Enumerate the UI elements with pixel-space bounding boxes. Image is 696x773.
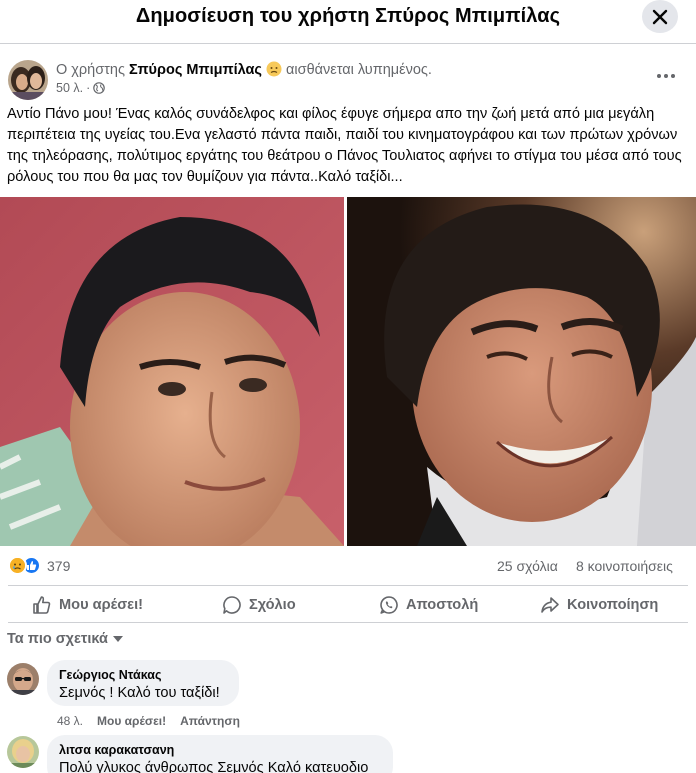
post-text: Αντίο Πάνο μου! Ένας καλός συνάδελφος κα…	[7, 106, 682, 185]
author-line: Ο χρήστης Σπύρος Μπιμπίλας αισθάνεται λυ…	[56, 61, 432, 81]
reaction-count: 379	[47, 557, 71, 574]
comment-icon	[223, 596, 241, 614]
commenter-name[interactable]: λιτσα καρακατσανη	[59, 743, 381, 757]
comment-like-button[interactable]: Μου αρέσει!	[97, 714, 166, 728]
thumbs-up-icon	[33, 596, 51, 614]
modal-title: Δημοσίευση του χρήστη Σπύρος Μπιμπίλας	[135, 5, 561, 27]
like-button[interactable]: Μου αρέσει!	[32, 591, 143, 619]
comment-bubble: Γεώργιος Ντάκας Σεμνός ! Καλό του ταξίδι…	[47, 660, 239, 706]
comment-text: Σεμνός ! Καλό του ταξίδι!	[59, 685, 220, 701]
commenter-name[interactable]: Γεώργιος Ντάκας	[59, 668, 227, 682]
comment-label: Σχόλιο	[249, 597, 296, 613]
comment-bubble: λιτσα καρακατσανη Πολύ γλυκος άνθρωπος Σ…	[47, 735, 393, 773]
sort-label: Τα πιο σχετικά	[7, 631, 108, 647]
commenter-avatar[interactable]	[7, 663, 39, 695]
author-prefix: Ο χρήστης	[56, 62, 125, 78]
comment-meta: 48 λ. Μου αρέσει! Απάντηση	[57, 714, 240, 728]
feeling-text: αισθάνεται λυπημένος.	[286, 62, 432, 78]
share-arrow-icon	[541, 597, 559, 613]
close-icon	[652, 9, 668, 24]
send-label: Αποστολή	[406, 597, 479, 613]
post-photos	[0, 197, 696, 546]
photo-young-portrait[interactable]	[0, 197, 344, 546]
comments-count[interactable]: 25 σχόλια	[497, 558, 558, 574]
sad-face-icon	[266, 61, 282, 81]
post-stats: 379 25 σχόλια 8 κοινοποιήσεις	[0, 553, 696, 579]
share-label: Κοινοποίηση	[567, 597, 659, 613]
more-horizontal-icon	[657, 74, 675, 78]
like-label: Μου αρέσει!	[59, 597, 144, 613]
photo-smiling-portrait[interactable]	[347, 197, 696, 546]
post-header: Ο χρήστης Σπύρος Μπιμπίλας αισθάνεται λυ…	[0, 52, 696, 100]
author-avatar[interactable]	[8, 60, 48, 100]
reactions-summary[interactable]: 379	[8, 556, 70, 575]
post-time[interactable]: 50 λ.	[56, 81, 83, 95]
post-meta: 50 λ. ·	[56, 81, 106, 95]
comment-text: Πολύ γλυκος άνθρωπος Σεμνός Καλό κατευοδ…	[59, 760, 369, 773]
shares-count[interactable]: 8 κοινοποιήσεις	[576, 558, 673, 574]
send-button[interactable]: Αποστολή	[379, 591, 478, 619]
caret-down-icon	[112, 636, 123, 642]
comment-time[interactable]: 48 λ.	[57, 714, 83, 728]
commenter-avatar[interactable]	[7, 736, 39, 768]
post-actions: Μου αρέσει! Σχόλιο Αποστολή Κοινοποίηση	[8, 585, 688, 623]
whatsapp-icon	[380, 596, 398, 614]
sad-reaction-icon	[8, 556, 27, 575]
close-button[interactable]	[642, 0, 678, 33]
share-button[interactable]: Κοινοποίηση	[540, 591, 658, 619]
comment-sort-dropdown[interactable]: Τα πιο σχετικά	[7, 631, 123, 647]
author-name[interactable]: Σπύρος Μπιμπίλας	[129, 62, 262, 78]
modal-header: Δημοσίευση του χρήστη Σπύρος Μπιμπίλας	[0, 0, 696, 44]
comment-reply-button[interactable]: Απάντηση	[180, 714, 240, 728]
globe-icon	[93, 82, 106, 94]
comment-button[interactable]: Σχόλιο	[222, 591, 296, 619]
more-options-button[interactable]	[650, 60, 682, 92]
